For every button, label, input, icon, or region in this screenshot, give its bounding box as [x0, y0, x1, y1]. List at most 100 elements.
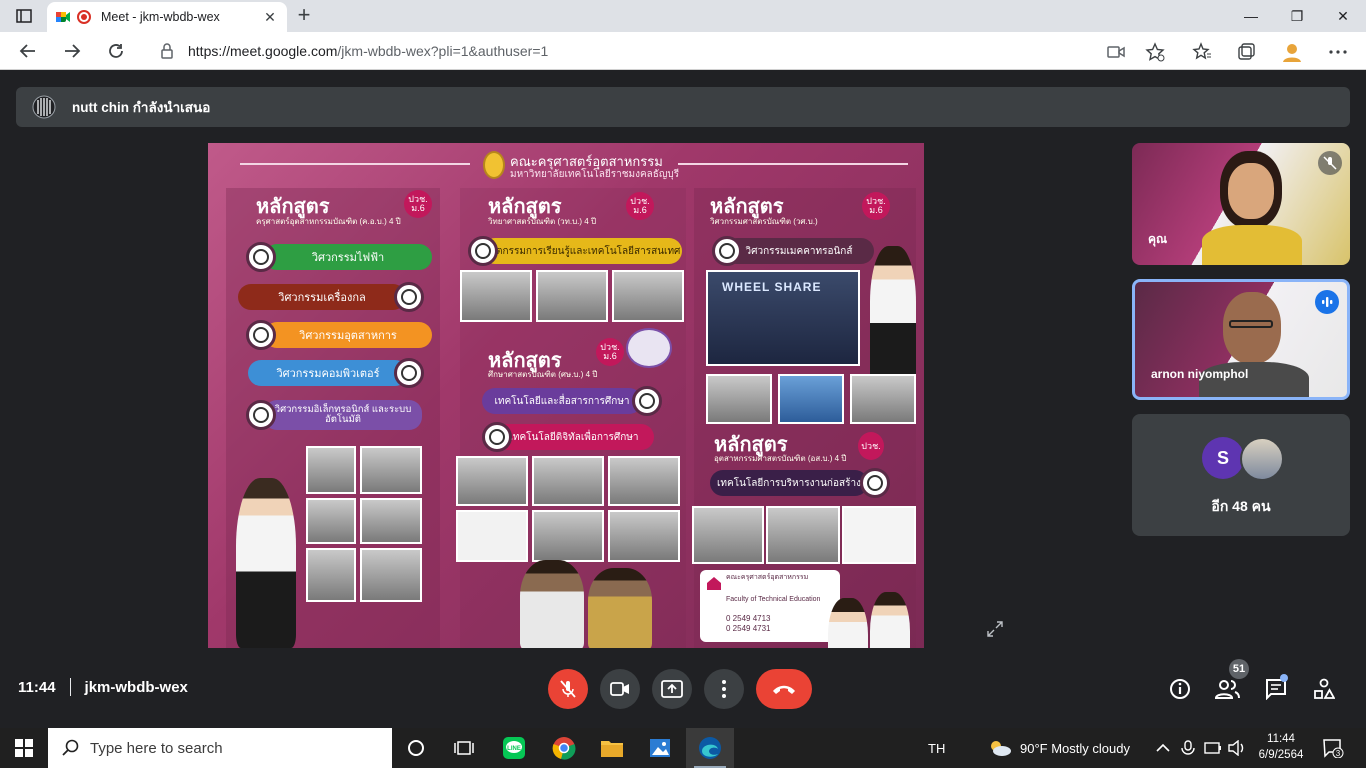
- program-pill: เทคโนโลยีและสื่อสารการศึกษา: [482, 388, 642, 414]
- campus-photo: [456, 510, 528, 562]
- gear-icon: [394, 358, 424, 388]
- event-photo: WHEEL SHARE: [706, 270, 860, 366]
- gear-icon: [246, 400, 276, 430]
- participant-glasses: [1229, 320, 1273, 328]
- tab-actions-button[interactable]: [8, 5, 40, 27]
- people-button[interactable]: [1214, 675, 1242, 703]
- minimize-button[interactable]: —: [1228, 0, 1274, 32]
- browser-tab-meet[interactable]: Meet - jkm-wbdb-wex ✕: [47, 2, 287, 32]
- student-figure: [870, 592, 910, 648]
- taskbar-search-box[interactable]: Type here to search: [48, 728, 392, 768]
- leave-call-button[interactable]: [756, 669, 812, 709]
- campus-photo: [706, 374, 772, 424]
- column-3-subtitle: วิศวกรรมศาสตรบัณฑิต (วศ.บ.): [710, 217, 818, 226]
- curriculum-column-3: หลักสูตร วิศวกรรมศาสตรบัณฑิต (วศ.บ.) ปวช…: [692, 188, 916, 648]
- camera-icon: [610, 682, 629, 696]
- url-field[interactable]: https://meet.google.com/jkm-wbdb-wex?pli…: [146, 36, 1176, 66]
- edge-button[interactable]: [686, 732, 734, 764]
- fullscreen-icon[interactable]: [986, 620, 1004, 638]
- microphone-toggle-button[interactable]: [548, 669, 588, 709]
- more-vertical-icon: [722, 680, 726, 698]
- recording-icon: [77, 10, 91, 24]
- campus-photo: [850, 374, 916, 424]
- file-explorer-button[interactable]: [588, 732, 636, 764]
- campus-photo: [608, 510, 680, 562]
- weather-widget[interactable]: 90°F Mostly cloudy: [988, 728, 1130, 768]
- new-tab-button[interactable]: +: [292, 4, 316, 28]
- meeting-info-button[interactable]: [1166, 675, 1194, 703]
- present-screen-button[interactable]: [652, 669, 692, 709]
- line-app-icon: LINE: [503, 737, 525, 759]
- column-1-badge: ปวช. ม.6: [404, 190, 432, 218]
- campus-photo: [306, 498, 356, 544]
- column-1-subtitle: ครุศาสตร์อุตสาหกรรมบัณฑิต (ค.อ.บ.) 4 ปี: [256, 217, 401, 226]
- people-icon: [1215, 680, 1240, 699]
- tray-meet-indicator[interactable]: [1180, 728, 1196, 768]
- presenter-label: nutt chin กำลังนำเสนอ: [72, 100, 211, 115]
- clock-time: 11:44: [1267, 733, 1295, 745]
- campus-photo: [842, 506, 916, 564]
- tab-close-button[interactable]: ✕: [261, 9, 279, 26]
- restore-button[interactable]: ❐: [1274, 0, 1320, 32]
- campus-photo: [532, 510, 604, 562]
- program-pill: เทคโนโลยีดิจิทัลเพื่อการศึกษา: [494, 424, 654, 450]
- line-app-button[interactable]: LINE: [490, 732, 538, 764]
- tray-show-hidden-icons[interactable]: [1156, 728, 1170, 768]
- slide-header-line-left: [240, 163, 470, 165]
- settings-more-icon[interactable]: [1327, 41, 1349, 63]
- column-2-badge-2: ปวช. ม.6: [596, 338, 624, 366]
- favorites-icon[interactable]: [1191, 41, 1213, 63]
- search-icon: [62, 739, 79, 756]
- photos-button[interactable]: [636, 732, 684, 764]
- chat-unread-dot: [1280, 674, 1288, 682]
- contact-english: Faculty of Technical Education: [726, 596, 821, 603]
- column-3-badge: ปวช. ม.6: [862, 192, 890, 220]
- speaking-indicator-icon: [1315, 290, 1339, 314]
- cortana-button[interactable]: [392, 732, 440, 764]
- chrome-button[interactable]: [540, 732, 588, 764]
- back-arrow-icon: [19, 44, 35, 58]
- battery-icon: [1204, 742, 1221, 754]
- windows-taskbar: Type here to search LINE TH 90°F Mostly …: [0, 728, 1366, 768]
- back-button[interactable]: [14, 37, 42, 65]
- forward-button[interactable]: [58, 37, 86, 65]
- participant-tile-self[interactable]: คุณ: [1132, 143, 1350, 265]
- start-button[interactable]: [0, 728, 48, 768]
- notification-center-button[interactable]: 3: [1322, 728, 1344, 768]
- participant-count-badge: 51: [1229, 659, 1249, 679]
- add-favorite-icon[interactable]: [1144, 41, 1166, 63]
- home-icon: [707, 577, 721, 590]
- campus-photo: [306, 446, 356, 494]
- present-screen-icon: [661, 680, 683, 698]
- participant-tile-speaker[interactable]: arnon niyomphol: [1132, 279, 1350, 400]
- tray-network[interactable]: [1204, 728, 1222, 768]
- camera-in-use-icon[interactable]: [1105, 41, 1127, 63]
- forward-arrow-icon: [65, 44, 81, 58]
- activities-icon: [1314, 678, 1335, 699]
- participant-name: arnon niyomphol: [1151, 367, 1249, 381]
- others-tile[interactable]: S อีก 48 คน: [1132, 414, 1350, 536]
- tray-volume[interactable]: [1228, 728, 1246, 768]
- lock-icon: [161, 43, 173, 59]
- mic-tray-icon: [1181, 740, 1195, 755]
- profile-avatar-icon[interactable]: [1281, 41, 1303, 63]
- activities-button[interactable]: [1310, 675, 1338, 703]
- camera-toggle-button[interactable]: [600, 669, 640, 709]
- photos-icon: [650, 739, 670, 757]
- cortana-circle-icon: [408, 740, 424, 756]
- student-figure: [828, 598, 868, 648]
- meeting-info-divider: [69, 678, 71, 696]
- campus-photo: [536, 270, 608, 322]
- window-close-button[interactable]: ✕: [1320, 0, 1366, 32]
- svg-text:LINE: LINE: [507, 746, 521, 752]
- collections-icon[interactable]: [1235, 41, 1257, 63]
- column-3-badge-2: ปวช.: [858, 432, 884, 460]
- more-options-button[interactable]: [704, 669, 744, 709]
- reload-button[interactable]: [102, 37, 130, 65]
- language-indicator[interactable]: TH: [928, 728, 945, 768]
- task-view-button[interactable]: [440, 732, 488, 764]
- program-pill: วิศวกรรมไฟฟ้า: [264, 244, 432, 270]
- taskbar-clock[interactable]: 11:44 6/9/2564: [1256, 731, 1306, 763]
- gear-icon: [482, 422, 512, 452]
- cloud-icon: [991, 741, 1011, 756]
